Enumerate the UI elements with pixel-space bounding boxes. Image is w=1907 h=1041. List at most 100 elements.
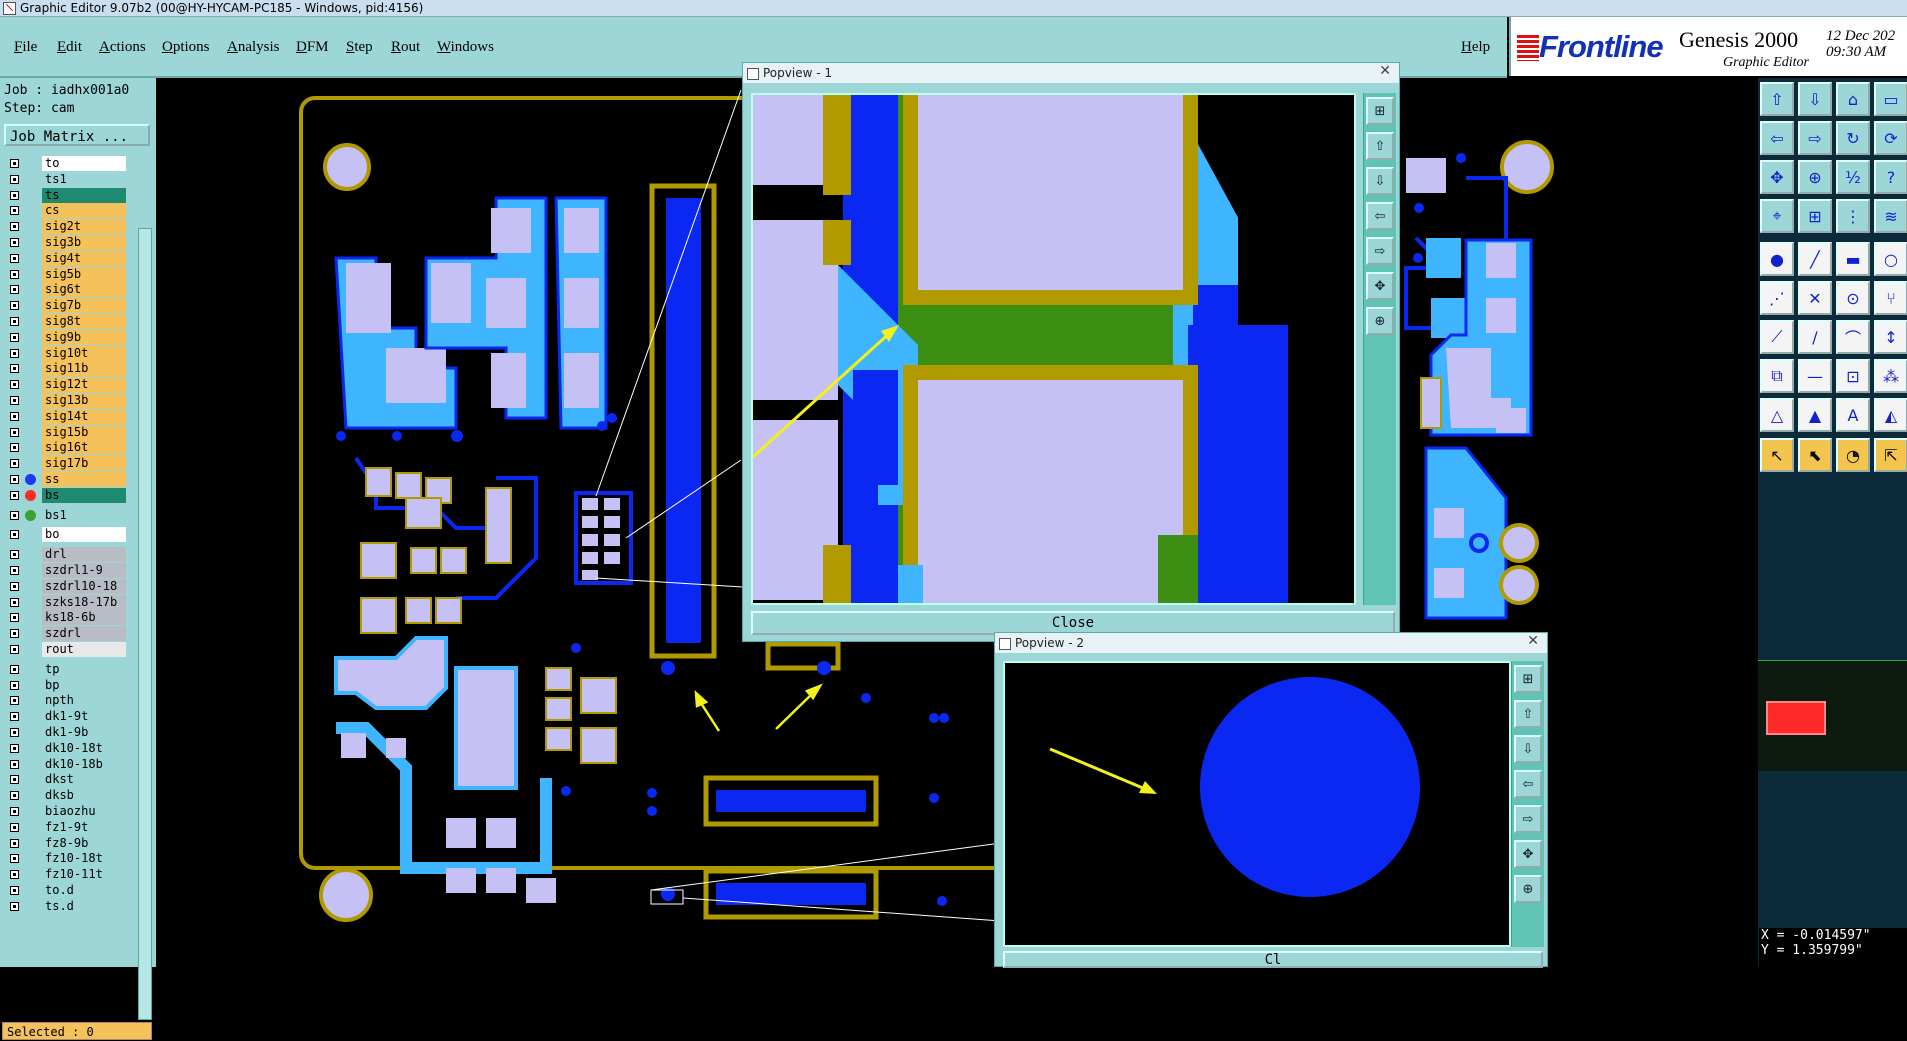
- layer-name[interactable]: fz10-11t: [42, 867, 126, 883]
- menu-step[interactable]: Step: [346, 39, 373, 56]
- layer-row[interactable]: bp: [4, 677, 126, 693]
- layer-checkbox[interactable]: [10, 822, 19, 832]
- close-icon[interactable]: ✕: [1379, 63, 1391, 79]
- tool-group-button[interactable]: ⁂: [1874, 359, 1907, 393]
- layer-name[interactable]: dkst: [42, 772, 126, 788]
- layer-name[interactable]: sig5b: [42, 266, 126, 282]
- layer-row[interactable]: sig2t: [4, 219, 126, 235]
- layer-name[interactable]: ts1: [42, 171, 126, 187]
- layer-name[interactable]: biaozhu: [42, 804, 126, 819]
- layer-row[interactable]: szdrl: [4, 626, 126, 642]
- layer-checkbox[interactable]: [10, 629, 19, 639]
- tool-slash-button[interactable]: ∕: [1798, 320, 1832, 354]
- layer-checkbox[interactable]: [10, 664, 19, 674]
- layer-checkbox[interactable]: [10, 222, 19, 232]
- layer-row[interactable]: szdrl10-18: [4, 578, 126, 594]
- tool-select-button[interactable]: ↖: [1760, 438, 1794, 472]
- layer-checkbox[interactable]: [10, 490, 19, 500]
- layer-name[interactable]: cs: [42, 203, 126, 219]
- layer-row[interactable]: dk1-9b: [4, 725, 126, 740]
- menu-windows[interactable]: Windows: [437, 39, 494, 56]
- layer-name[interactable]: bo: [42, 527, 126, 543]
- layer-name[interactable]: to: [42, 156, 126, 171]
- layer-name[interactable]: sig17b: [42, 456, 126, 472]
- layer-row[interactable]: szks18-17b: [4, 594, 126, 610]
- layer-row[interactable]: to.d: [4, 883, 126, 898]
- tool-branch-button[interactable]: ⑂: [1874, 281, 1907, 315]
- layer-name[interactable]: fz8-9b: [42, 835, 126, 851]
- tool-measure-button[interactable]: ⌖: [1760, 199, 1794, 233]
- layer-checkbox[interactable]: [10, 696, 19, 706]
- layer-row[interactable]: ts: [4, 187, 126, 203]
- popview-right-button[interactable]: ⇨: [1514, 805, 1542, 833]
- layer-checkbox[interactable]: [10, 597, 19, 607]
- layer-checkbox[interactable]: [10, 396, 19, 405]
- layer-checkbox[interactable]: [10, 427, 19, 437]
- tool-connect-button[interactable]: ⋰: [1760, 281, 1794, 315]
- popview-2-close-button[interactable]: Cl: [1003, 951, 1543, 968]
- layer-name[interactable]: rout: [42, 642, 126, 657]
- layer-checkbox[interactable]: [10, 159, 19, 168]
- layer-name[interactable]: sig11b: [42, 361, 126, 377]
- layer-row[interactable]: dk10-18b: [4, 756, 126, 772]
- layer-name[interactable]: to.d: [42, 883, 126, 898]
- popview-up-button[interactable]: ⇧: [1366, 132, 1394, 160]
- layer-checkbox[interactable]: [10, 901, 19, 911]
- layer-name[interactable]: ks18-6b: [42, 610, 126, 626]
- menu-help[interactable]: Help: [1461, 39, 1490, 56]
- layer-row[interactable]: sig8t: [4, 314, 126, 329]
- layer-name[interactable]: dk10-18b: [42, 756, 126, 772]
- tool-arc-button[interactable]: ⌒: [1836, 320, 1870, 354]
- job-matrix-button[interactable]: Job Matrix ...: [4, 124, 150, 146]
- layer-name[interactable]: sig4t: [42, 250, 126, 266]
- menu-dfm[interactable]: DFM: [296, 39, 329, 56]
- layer-row[interactable]: fz10-11t: [4, 867, 126, 883]
- layer-row[interactable]: sig14t: [4, 408, 126, 424]
- layer-row[interactable]: sig16t: [4, 440, 126, 456]
- layer-row[interactable]: sig13b: [4, 393, 126, 408]
- popview-down-button[interactable]: ⇩: [1514, 735, 1542, 763]
- mini-map[interactable]: [1758, 660, 1907, 771]
- layer-row[interactable]: cs: [4, 203, 126, 219]
- layer-row[interactable]: sig12t: [4, 377, 126, 393]
- layer-row[interactable]: drl: [4, 547, 126, 563]
- layer-row[interactable]: fz1-9t: [4, 819, 126, 835]
- tool-copy-button[interactable]: ⧉: [1760, 359, 1794, 393]
- tool-window-button[interactable]: ▭: [1874, 82, 1907, 116]
- layer-name[interactable]: dk1-9t: [42, 709, 126, 725]
- layer-checkbox[interactable]: [10, 285, 19, 295]
- layer-name[interactable]: sig7b: [42, 298, 126, 314]
- tool-select-circle-button[interactable]: ◔: [1836, 438, 1870, 472]
- tool-slot-button[interactable]: ▬: [1836, 242, 1870, 276]
- layer-checkbox[interactable]: [10, 728, 19, 737]
- tool-pad-button[interactable]: ●: [1760, 242, 1794, 276]
- tool-diagonal-button[interactable]: ⟋: [1760, 320, 1794, 354]
- layer-name[interactable]: sig6t: [42, 282, 126, 298]
- layer-name[interactable]: bs1: [42, 507, 126, 523]
- popview-right-button[interactable]: ⇨: [1366, 237, 1394, 265]
- layer-row[interactable]: to: [4, 156, 126, 171]
- popview-fit-button[interactable]: ✥: [1366, 272, 1394, 300]
- tool-zoom-in-button[interactable]: ⇧: [1760, 82, 1794, 116]
- tool-zoom-out-button[interactable]: ⇩: [1798, 82, 1832, 116]
- tool-line-button[interactable]: ╱: [1798, 242, 1832, 276]
- tool-cross-button[interactable]: ✕: [1798, 281, 1832, 315]
- layer-name[interactable]: szdrl: [42, 626, 126, 642]
- menu-rout[interactable]: Rout: [391, 39, 420, 56]
- popview-fit-button[interactable]: ✥: [1514, 840, 1542, 868]
- layer-row[interactable]: sig17b: [4, 456, 126, 472]
- tool-shape-button[interactable]: ◭: [1874, 398, 1907, 432]
- layer-row[interactable]: sig5b: [4, 266, 126, 282]
- popview-left-button[interactable]: ⇦: [1514, 770, 1542, 798]
- menu-actions[interactable]: Actions: [99, 39, 146, 56]
- tool-scale-button[interactable]: ½: [1836, 160, 1870, 194]
- tool-node-button[interactable]: ⊙: [1836, 281, 1870, 315]
- layer-row[interactable]: fz10-18t: [4, 851, 126, 867]
- tool-text-a-button[interactable]: A: [1836, 398, 1870, 432]
- tool-layers-button[interactable]: ≋: [1874, 199, 1907, 233]
- popview-2-canvas[interactable]: [1003, 661, 1511, 947]
- tool-pan-right-button[interactable]: ⇨: [1798, 121, 1832, 155]
- layer-row[interactable]: ts1: [4, 171, 126, 187]
- layer-row[interactable]: dksb: [4, 788, 126, 804]
- layer-checkbox[interactable]: [10, 269, 19, 279]
